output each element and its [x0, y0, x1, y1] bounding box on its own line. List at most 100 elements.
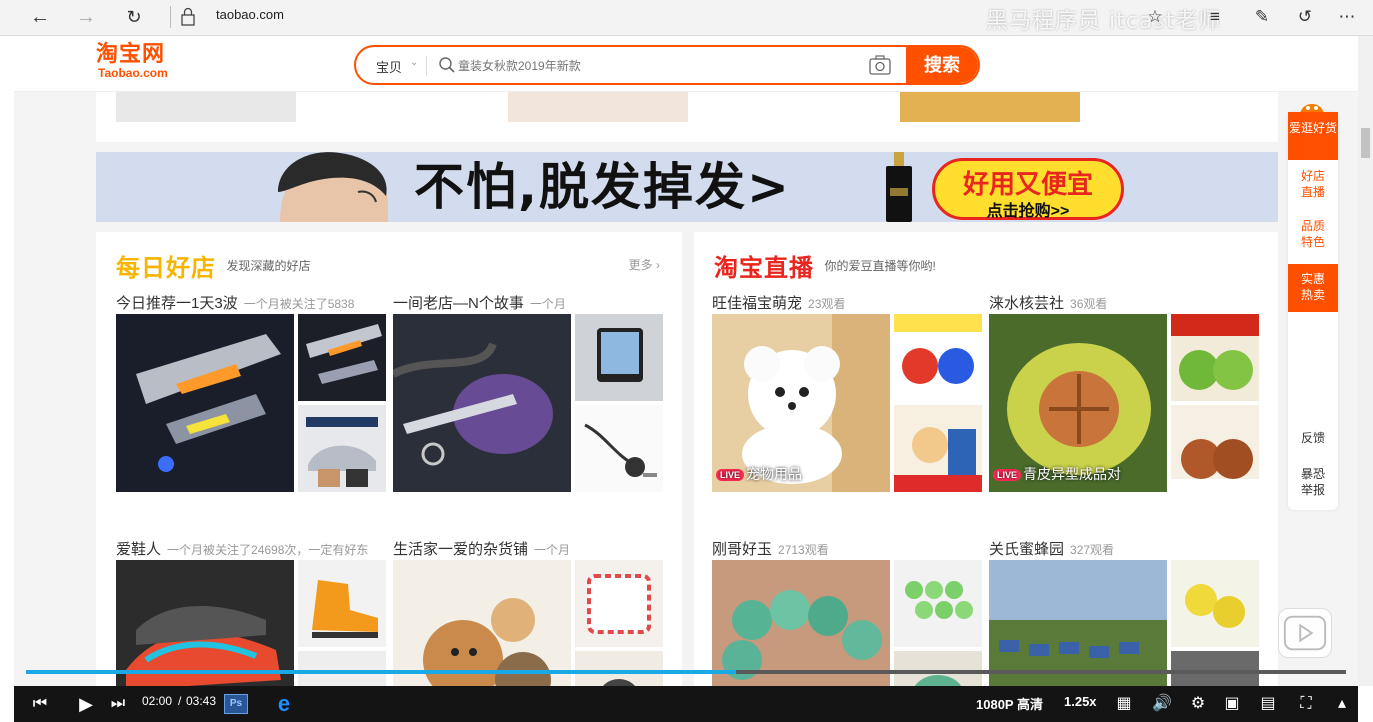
more-link[interactable]: 更多 ›	[629, 256, 660, 273]
page-scrollbar[interactable]	[1358, 36, 1373, 686]
shop-card-meta: 一个月被关注了5838	[243, 297, 355, 311]
prev-episode-icon[interactable]: ⏮	[28, 693, 52, 715]
dog-food-thumb	[894, 405, 982, 492]
shop-card[interactable]: 生活家一爱的杂货铺 一个月	[393, 538, 663, 686]
man-portrait-image	[270, 152, 392, 222]
live-tag: LIVE	[993, 469, 1022, 482]
search-category-select[interactable]: 宝贝	[376, 57, 402, 76]
video-control-bar: ⏮ ▶ ⏭ 02:00 / 03:43 Ps e 1080P 高清 1.25x …	[14, 686, 1358, 722]
live-card-title: 关氏蜜蜂园	[989, 541, 1065, 558]
volume-icon[interactable]: 🔊	[1150, 693, 1174, 715]
jade-item-thumb	[894, 651, 982, 686]
reading-list-icon[interactable]: ≡	[1203, 5, 1227, 29]
car-light-thumb	[298, 314, 386, 401]
next-icon[interactable]: ⏭	[108, 693, 128, 715]
cleaning-tool-image	[393, 314, 571, 492]
live-card[interactable]: 刚哥好玉 2713观看	[712, 538, 982, 686]
browser-toolbar: ← → ↻ taobao.com 黑马程序员 itcast老师 ☆ ≡ ✎ ↺ …	[0, 0, 1373, 36]
cable-thumb	[575, 405, 663, 492]
shop-card-title: 一间老店—N个故事	[393, 295, 524, 312]
sneaker-image	[116, 560, 294, 686]
good-shops-subtitle: 发现深藏的好店	[226, 259, 311, 273]
sidebar-item-browse-goods[interactable]: 爱逛好货	[1288, 112, 1338, 160]
banner-headline: 不怕,脱发掉发>	[414, 158, 791, 216]
lock-icon	[181, 7, 195, 26]
taobao-logo[interactable]: 淘宝网 Taobao.com	[96, 42, 186, 86]
sidebar-item-quality[interactable]: 品质特色	[1288, 218, 1338, 258]
danmaku-icon[interactable]: ▤	[1256, 693, 1280, 715]
live-badge-label: 宠物用品	[746, 466, 803, 482]
refresh-icon[interactable]: ↻	[120, 4, 148, 30]
quality-selector[interactable]: 1080P 高清	[976, 694, 1043, 713]
photoshop-taskbar-icon[interactable]: Ps	[224, 694, 248, 714]
sidebar-item-deals[interactable]: 实惠热卖	[1288, 264, 1338, 312]
live-card[interactable]: 关氏蜜蜂园 327观看	[989, 538, 1259, 686]
sidebar-item-shop-live[interactable]: 好店直播	[1288, 168, 1338, 208]
jade-beads-thumb	[894, 560, 982, 647]
product-thumb[interactable]	[900, 92, 1080, 122]
good-shops-title: 每日好店	[116, 254, 216, 282]
product-thumb[interactable]	[116, 92, 296, 122]
green-walnut-thumb	[1171, 314, 1259, 401]
shop-card[interactable]: 今日推荐一1天3波 一个月被关注了5838	[116, 292, 386, 492]
shop-card[interactable]: 一间老店—N个故事 一个月	[393, 292, 663, 492]
settings-gear-icon[interactable]: ⚙	[1186, 693, 1210, 715]
search-divider	[426, 56, 427, 76]
edge-browser-taskbar-icon[interactable]: e	[272, 692, 296, 716]
time-separator: /	[178, 694, 182, 708]
banner-cta-sub: 点击抢购>>	[986, 203, 1070, 220]
camera-icon[interactable]	[868, 54, 892, 76]
back-arrow-icon[interactable]: ←	[26, 4, 54, 30]
live-tag: LIVE	[716, 469, 745, 482]
live-card-viewers: 2713观看	[778, 543, 829, 557]
car-seat-thumb	[298, 405, 386, 492]
search-input[interactable]	[458, 55, 858, 77]
sidebar-item-report[interactable]: 暴恐举报	[1288, 466, 1338, 502]
tray-icon[interactable]: ▴	[1330, 693, 1354, 715]
share-icon[interactable]: ↺	[1293, 5, 1317, 29]
search-bar: 宝贝 ⌄ 搜索	[354, 45, 980, 85]
pet-toy-thumb	[894, 314, 982, 401]
search-button[interactable]: 搜索	[906, 47, 978, 83]
live-card[interactable]: 涞水核芸社 36观看 LIVE 青皮异型成品对	[989, 292, 1259, 492]
notes-icon[interactable]: ✎	[1250, 5, 1274, 29]
lemon-thumb	[1171, 560, 1259, 647]
address-divider	[170, 6, 171, 28]
jade-bracelet-image	[712, 560, 890, 686]
live-subtitle: 你的爱豆直播等你哟!	[824, 259, 936, 273]
speed-selector[interactable]: 1.25x	[1064, 694, 1097, 709]
phone-holder-thumb	[575, 314, 663, 401]
page-content: 不怕,脱发掉发> 好用又便宜 点击抢购>> 每日好店 发现深藏的好店 更多 › …	[14, 92, 1358, 686]
shop-card[interactable]: 爱鞋人 一个月被关注了24698次，一定有好东	[116, 538, 386, 686]
bee-farm-image	[989, 560, 1167, 686]
product-thumb[interactable]	[508, 92, 688, 122]
live-badge-label: 青皮异型成品对	[1023, 466, 1122, 482]
forward-arrow-icon[interactable]: →	[72, 4, 100, 30]
mini-window-icon[interactable]: ▣	[1220, 693, 1244, 715]
shop-card-meta: 一个月	[529, 297, 566, 311]
fullscreen-icon[interactable]: ⛶	[1294, 693, 1318, 715]
address-bar-url[interactable]: taobao.com	[216, 7, 284, 22]
video-progress-bar[interactable]	[26, 670, 1346, 674]
scroll-thumb[interactable]	[1361, 128, 1370, 158]
sidebar-item-feedback[interactable]: 反馈	[1288, 430, 1338, 450]
shop-card-meta: 一个月	[534, 543, 571, 557]
good-shops-panel: 每日好店 发现深藏的好店 更多 › 今日推荐一1天3波一个月被关注了5838	[96, 232, 682, 686]
favorite-star-icon[interactable]: ☆	[1143, 5, 1167, 29]
chevron-down-icon[interactable]: ⌄	[410, 57, 418, 68]
shop-card-meta: 一个月被关注了24698次，一定有好东	[167, 543, 369, 557]
video-watermark: 黑马程序员 itcast老师	[986, 9, 1222, 34]
banner-cta[interactable]: 好用又便宜 点击抢购>>	[932, 158, 1124, 220]
floating-play-icon[interactable]	[1278, 608, 1332, 658]
shop-card-title: 生活家一爱的杂货铺	[393, 541, 529, 558]
subtitle-icon[interactable]: ▦	[1112, 693, 1136, 715]
current-time: 02:00	[142, 694, 173, 708]
live-header: 淘宝直播 你的爱豆直播等你哟!	[714, 248, 936, 282]
more-menu-icon[interactable]: ⋯	[1335, 5, 1359, 29]
search-icon	[439, 57, 455, 73]
live-card-title: 刚哥好玉	[712, 541, 773, 558]
ad-banner[interactable]: 不怕,脱发掉发> 好用又便宜 点击抢购>>	[96, 152, 1278, 222]
live-card[interactable]: 旺佳福宝萌宠 23观看 LIVE 宠物用品	[712, 292, 982, 492]
car-light-image	[116, 314, 294, 492]
play-icon[interactable]: ▶	[72, 693, 100, 715]
